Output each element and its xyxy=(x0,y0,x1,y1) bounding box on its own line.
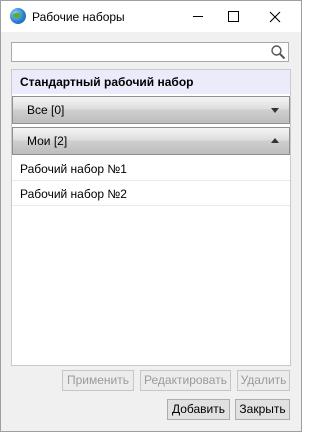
group-my[interactable]: Мои [2] xyxy=(12,127,290,155)
edit-button[interactable]: Редактировать xyxy=(140,370,231,391)
title-bar[interactable]: Рабочие наборы xyxy=(1,1,301,32)
chevron-up-icon xyxy=(271,138,279,143)
maximize-button[interactable] xyxy=(216,1,250,32)
close-button[interactable]: Закрыть xyxy=(235,399,290,420)
globe-icon xyxy=(10,8,26,24)
search-input[interactable] xyxy=(12,43,270,61)
window-title: Рабочие наборы xyxy=(32,10,125,24)
minimize-button[interactable] xyxy=(181,1,215,32)
search-icon[interactable] xyxy=(270,44,286,63)
group-my-label: Мои [2] xyxy=(27,134,68,148)
standard-workspace-header[interactable]: Стандартный рабочий набор xyxy=(12,70,290,94)
chevron-down-icon xyxy=(271,108,279,113)
list-item[interactable]: Рабочий набор №2 xyxy=(12,182,290,206)
delete-button[interactable]: Удалить xyxy=(237,370,290,391)
add-button[interactable]: Добавить xyxy=(167,399,230,420)
close-icon xyxy=(269,11,281,22)
group-all[interactable]: Все [0] xyxy=(12,96,290,124)
search-box xyxy=(11,42,289,62)
close-window-button[interactable] xyxy=(258,1,292,32)
minimize-icon xyxy=(193,16,203,17)
workspaces-window: Рабочие наборы Стандартный рабочий набор… xyxy=(0,0,302,432)
list-item[interactable]: Рабочий набор №1 xyxy=(12,157,290,181)
workspaces-list: Стандартный рабочий набор Все [0] Мои [2… xyxy=(11,69,291,366)
apply-button[interactable]: Применить xyxy=(62,370,134,391)
group-all-label: Все [0] xyxy=(27,103,65,117)
maximize-icon xyxy=(227,11,239,22)
